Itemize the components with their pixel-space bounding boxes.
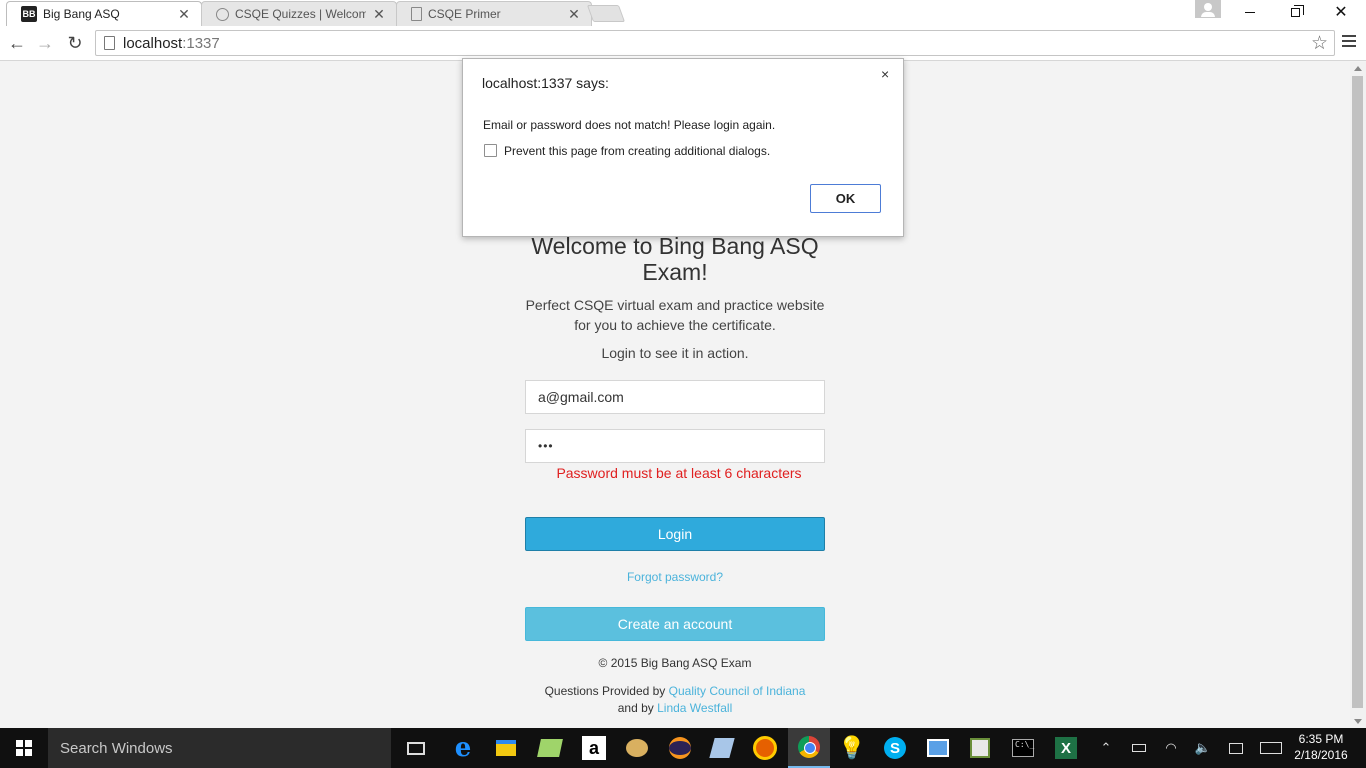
chrome-menu-icon[interactable] [1342, 35, 1356, 51]
page-title: Welcome to Bing Bang ASQ Exam! [531, 233, 819, 285]
reload-icon[interactable]: ↻ [64, 32, 86, 54]
credits-mid: and by [617, 701, 658, 715]
command-prompt-icon[interactable]: C:\_ [1009, 734, 1037, 762]
start-button[interactable] [0, 728, 48, 768]
url-host: localhost [123, 34, 183, 52]
tab-title: Big Bang ASQ [43, 7, 120, 21]
password-error-message: Password must be at least 6 characters [556, 465, 802, 481]
window-close-button[interactable]: ✕ [1318, 0, 1364, 24]
remote-desktop-icon[interactable] [924, 734, 952, 762]
login-button[interactable]: Login [525, 517, 825, 551]
minimize-button[interactable] [1227, 0, 1273, 24]
bb-favicon-icon: BB [21, 6, 37, 22]
search-windows-box[interactable]: Search Windows [48, 728, 391, 768]
file-explorer-icon[interactable] [492, 734, 520, 762]
search-placeholder: Search Windows [60, 739, 173, 757]
task-view-icon[interactable] [402, 734, 430, 762]
touch-keyboard-icon[interactable] [1258, 728, 1284, 768]
linda-westfall-link[interactable]: Linda Westfall [657, 701, 732, 715]
credits-text: Questions Provided by Quality Council of… [500, 683, 850, 717]
login-prompt: Login to see it in action. [601, 345, 749, 361]
edge-browser-icon[interactable]: e [449, 733, 477, 763]
scroll-up-arrow-icon[interactable] [1354, 66, 1362, 71]
excel-icon[interactable]: X [1052, 734, 1080, 762]
tab-title: CSQE Primer [428, 7, 501, 21]
copyright-text: © 2015 Big Bang ASQ Exam [598, 656, 752, 670]
page-favicon-icon [411, 7, 422, 21]
password-value: ••• [538, 439, 554, 453]
battery-icon[interactable] [1128, 728, 1150, 768]
browser-toolbar: ← → ↻ localhost:1337 ☆ [0, 26, 1366, 61]
scroll-down-arrow-icon[interactable] [1354, 719, 1362, 724]
dialog-ok-button[interactable]: OK [810, 184, 881, 213]
tab-close-icon[interactable]: ✕ [567, 6, 581, 23]
credits-prefix: Questions Provided by [544, 684, 669, 698]
email-value: a@gmail.com [538, 389, 624, 405]
loading-favicon-icon [216, 7, 229, 21]
volume-icon[interactable]: 🔈 [1192, 728, 1214, 768]
eclipse-ide-icon[interactable] [666, 734, 694, 762]
chrome-icon[interactable] [788, 728, 830, 768]
firefox-icon[interactable] [751, 734, 779, 762]
restore-button[interactable] [1272, 0, 1318, 24]
page-scrollbar[interactable] [1350, 62, 1366, 728]
clock-time: 6:35 PM [1298, 732, 1344, 746]
prevent-dialogs-label[interactable]: Prevent this page from creating addition… [504, 144, 770, 158]
maps-app-icon[interactable] [536, 734, 564, 762]
bookmark-star-icon[interactable]: ☆ [1311, 32, 1328, 55]
scroll-thumb[interactable] [1352, 76, 1363, 708]
email-field[interactable]: a@gmail.com [525, 380, 825, 414]
alert-dialog: localhost:1337 says: × Email or password… [462, 58, 904, 237]
user-profile-icon[interactable] [1195, 0, 1221, 18]
forward-arrow-icon[interactable]: → [34, 32, 56, 54]
dialog-close-icon[interactable]: × [881, 66, 889, 82]
skype-icon[interactable]: S [881, 734, 909, 762]
amazon-app-icon[interactable]: a [580, 734, 608, 762]
show-hidden-icons-chevron-icon[interactable]: ⌃ [1096, 728, 1116, 768]
lightbulb-app-icon[interactable]: 💡 [838, 734, 866, 762]
new-tab-button[interactable] [586, 5, 626, 22]
tab-strip: BB Big Bang ASQ ✕ CSQE Quizzes | Welcome… [0, 0, 1366, 26]
notes-app-icon[interactable] [708, 734, 736, 762]
forgot-password-link[interactable]: Forgot password? [525, 570, 825, 584]
clock-date: 2/18/2016 [1294, 748, 1348, 762]
document-app-icon[interactable] [966, 734, 994, 762]
dialog-message: Email or password does not match! Please… [483, 118, 776, 132]
page-info-icon[interactable] [104, 36, 115, 50]
tab-big-bang-asq[interactable]: BB Big Bang ASQ ✕ [6, 1, 202, 26]
tab-csqe-quizzes[interactable]: CSQE Quizzes | Welcome t ✕ [201, 1, 397, 26]
dialog-title: localhost:1337 says: [482, 75, 609, 91]
tab-close-icon[interactable]: ✕ [177, 6, 191, 23]
prevent-dialogs-checkbox[interactable] [484, 144, 497, 157]
quality-council-link[interactable]: Quality Council of Indiana [669, 684, 806, 698]
wifi-icon[interactable]: ◠ [1160, 728, 1182, 768]
windows-logo-icon [16, 740, 32, 756]
intro-text: Perfect CSQE virtual exam and practice w… [525, 297, 825, 333]
create-account-button[interactable]: Create an account [525, 607, 825, 641]
password-field[interactable]: ••• [525, 429, 825, 463]
back-arrow-icon[interactable]: ← [6, 32, 28, 54]
url-port: :1337 [182, 34, 220, 52]
windows-taskbar: Search Windows e a 💡 S C:\_ X ⌃ ◠ 🔈 6:35… [0, 728, 1366, 768]
tab-title: CSQE Quizzes | Welcome t [235, 7, 366, 21]
action-center-icon[interactable] [1225, 728, 1247, 768]
tab-csqe-primer[interactable]: CSQE Primer ✕ [396, 1, 592, 26]
tab-close-icon[interactable]: ✕ [372, 6, 386, 23]
address-bar[interactable]: localhost:1337 ☆ [95, 30, 1335, 56]
system-clock[interactable]: 6:35 PM 2/18/2016 [1290, 731, 1352, 763]
paint-app-icon[interactable] [623, 734, 651, 762]
